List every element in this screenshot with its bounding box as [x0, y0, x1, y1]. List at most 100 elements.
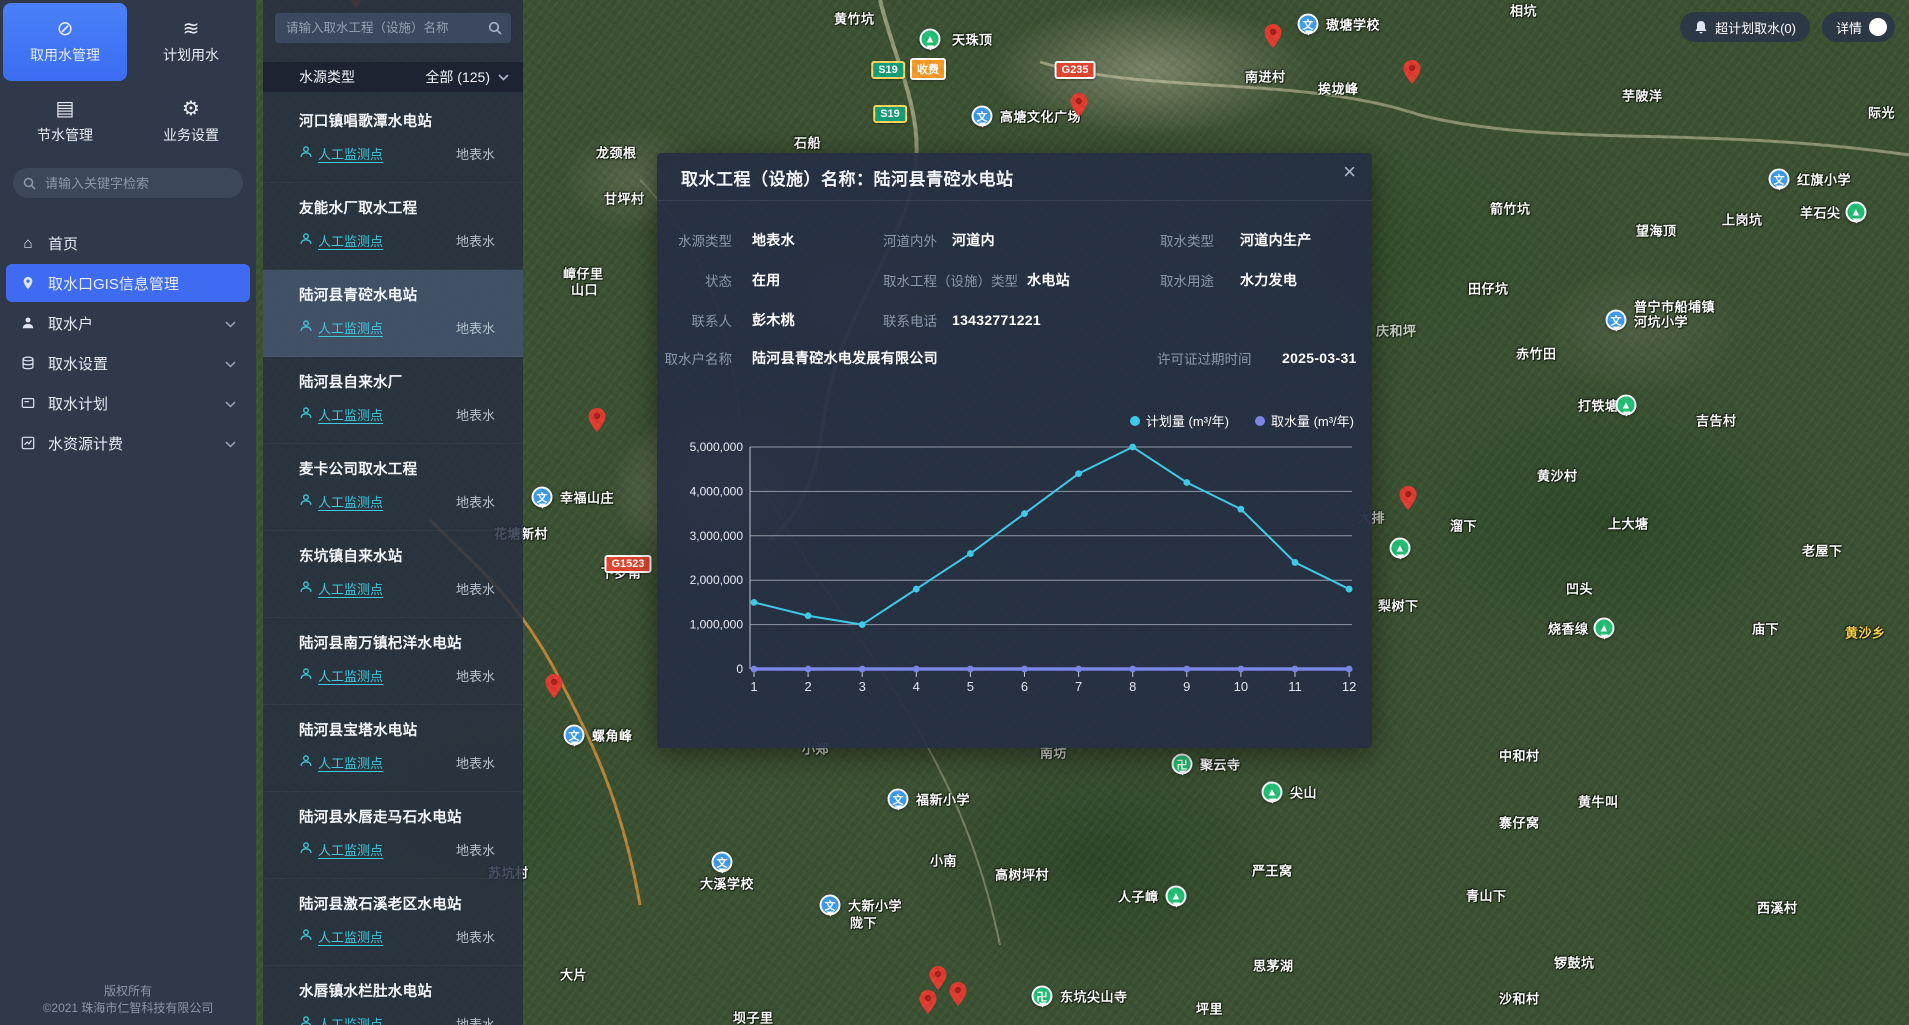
school-poi-icon[interactable]: 文 [820, 895, 841, 916]
sidebar-menu: ⌂首页取水口GIS信息管理取水户取水设置取水计划水资源计费 [0, 222, 256, 464]
school-poi-icon[interactable]: 文 [564, 725, 585, 746]
map-label: 南进村 [1245, 67, 1286, 86]
temple-poi-icon[interactable]: 卍 [1172, 754, 1193, 775]
station-meta: 人工监测点地表水 [299, 666, 509, 685]
sidebar: ⊘取用水管理≋计划用水▤节水管理⚙业务设置 ⌂首页取水口GIS信息管理取水户取水… [0, 0, 256, 1025]
sidebar-item-3[interactable]: 取水户 [6, 304, 250, 342]
sidebar-search[interactable] [13, 168, 243, 198]
school-poi-icon[interactable]: 文 [972, 106, 993, 127]
monitor-type-link[interactable]: 人工监测点 [299, 666, 383, 685]
map-pin-icon[interactable] [930, 966, 947, 990]
svg-text:10: 10 [1234, 679, 1248, 694]
school-poi-icon[interactable]: 文 [532, 487, 553, 508]
detail-toggle-label: 详情 [1836, 18, 1862, 37]
sidebar-item-label: 取水口GIS信息管理 [48, 273, 179, 294]
station-list-item[interactable]: 东坑镇自来水站人工监测点地表水 [263, 531, 523, 618]
person-icon [299, 232, 313, 249]
sidebar-item-1[interactable]: ⌂首页 [6, 224, 250, 262]
map-label: 璈塘学校 [1326, 15, 1380, 34]
map-pin-icon[interactable] [546, 674, 563, 698]
module-button-3[interactable]: ▤节水管理 [3, 83, 127, 161]
school-poi-icon[interactable]: 文 [712, 852, 733, 873]
map-label: 山口 [571, 280, 598, 299]
map-pin-icon[interactable] [950, 982, 967, 1006]
station-list-item[interactable]: 陆河县水唇走马石水电站人工监测点地表水 [263, 792, 523, 879]
chart-icon [20, 436, 36, 450]
map-label: 芋陂洋 [1622, 86, 1663, 105]
map-label: 溜下 [1450, 516, 1477, 535]
monitor-type-link[interactable]: 人工监测点 [299, 318, 383, 337]
station-meta: 人工监测点地表水 [299, 1014, 509, 1025]
station-list-item[interactable]: 陆河县青硿水电站人工监测点地表水 [263, 270, 523, 357]
station-search[interactable] [275, 13, 511, 43]
module-button-2[interactable]: ≋计划用水 [129, 3, 253, 81]
monitor-type-label: 人工监测点 [318, 666, 383, 685]
monitor-type-link[interactable]: 人工监测点 [299, 579, 383, 598]
station-list-item[interactable]: 陆河县宝塔水电站人工监测点地表水 [263, 705, 523, 792]
map-label: 幸福山庄 [560, 488, 614, 507]
source-type-filter[interactable]: 水源类型 全部 (125) [263, 62, 523, 92]
map-pin-icon[interactable] [589, 408, 606, 432]
school-poi-icon[interactable]: 文 [1298, 14, 1319, 35]
monitor-type-link[interactable]: 人工监测点 [299, 840, 383, 859]
sidebar-item-2[interactable]: 取水口GIS信息管理 [6, 264, 250, 302]
mount-poi-icon[interactable]: ▲ [1616, 395, 1637, 416]
monitor-type-link[interactable]: 人工监测点 [299, 231, 383, 250]
station-list-item[interactable]: 水唇镇水栏肚水电站人工监测点地表水 [263, 966, 523, 1025]
sidebar-item-5[interactable]: 取水计划 [6, 384, 250, 422]
module-button-1[interactable]: ⊘取用水管理 [3, 3, 127, 81]
map-label: 箭竹坑 [1490, 199, 1531, 218]
road-shield: G235 [1055, 61, 1096, 79]
station-list-item[interactable]: 陆河县自来水厂人工监测点地表水 [263, 357, 523, 444]
mount-poi-icon[interactable]: ▲ [920, 29, 941, 50]
station-search-input[interactable] [284, 20, 482, 36]
mount-poi-icon[interactable]: ▲ [1262, 782, 1283, 803]
detail-toggle[interactable]: 详情 [1822, 12, 1895, 42]
map-pin-icon[interactable] [1071, 93, 1088, 117]
school-poi-icon[interactable]: 文 [1769, 169, 1790, 190]
station-list-item[interactable]: 陆河县激石溪老区水电站人工监测点地表水 [263, 879, 523, 966]
school-poi-icon[interactable]: 文 [888, 789, 909, 810]
station-list-item[interactable]: 河口镇唱歌潭水电站人工监测点地表水 [263, 96, 523, 183]
temple-poi-icon[interactable]: 卍 [1032, 986, 1053, 1007]
person-icon [299, 841, 313, 858]
station-name: 陆河县水唇走马石水电站 [299, 806, 509, 827]
monitor-type-link[interactable]: 人工监测点 [299, 927, 383, 946]
monitor-type-link[interactable]: 人工监测点 [299, 405, 383, 424]
map-label: 黄沙乡 [1845, 623, 1886, 642]
sidebar-search-input[interactable] [43, 175, 233, 192]
monitor-type-link[interactable]: 人工监测点 [299, 144, 383, 163]
station-list-item[interactable]: 陆河县南万镇杞洋水电站人工监测点地表水 [263, 618, 523, 705]
mount-poi-icon[interactable]: ▲ [1166, 886, 1187, 907]
station-list: 河口镇唱歌潭水电站人工监测点地表水友能水厂取水工程人工监测点地表水陆河县青硿水电… [263, 96, 523, 1025]
person-icon [299, 667, 313, 684]
map-pin-icon[interactable] [1400, 486, 1417, 510]
monitor-type-link[interactable]: 人工监测点 [299, 753, 383, 772]
mount-poi-icon[interactable]: ▲ [1594, 618, 1615, 639]
mount-poi-icon[interactable]: ▲ [1846, 202, 1867, 223]
sidebar-item-6[interactable]: 水资源计费 [6, 424, 250, 462]
map-pin-icon[interactable] [1404, 60, 1421, 84]
monitor-type-link[interactable]: 人工监测点 [299, 1014, 383, 1025]
station-name: 河口镇唱歌潭水电站 [299, 110, 509, 131]
station-name: 陆河县自来水厂 [299, 371, 509, 392]
map-label: 严王窝 [1252, 861, 1293, 880]
mount-poi-icon[interactable]: ▲ [1390, 538, 1411, 559]
road-shield: S19 [873, 105, 907, 123]
monthly-volume-chart: 01,000,0002,000,0003,000,0004,000,0005,0… [657, 153, 1372, 748]
toggle-knob[interactable] [1869, 18, 1887, 36]
map-label: 甘坪村 [604, 189, 645, 208]
monitor-type-label: 人工监测点 [318, 144, 383, 163]
over-plan-alert-button[interactable]: 超计划取水(0) [1680, 12, 1810, 42]
chevron-down-icon [225, 395, 236, 412]
monitor-type-link[interactable]: 人工监测点 [299, 492, 383, 511]
map-pin-icon[interactable] [920, 990, 937, 1014]
monitor-type-label: 人工监测点 [318, 405, 383, 424]
station-list-item[interactable]: 麦卡公司取水工程人工监测点地表水 [263, 444, 523, 531]
map-pin-icon[interactable] [1265, 24, 1282, 48]
sidebar-item-4[interactable]: 取水设置 [6, 344, 250, 382]
module-label: 取用水管理 [30, 45, 100, 65]
module-button-4[interactable]: ⚙业务设置 [129, 83, 253, 161]
school-poi-icon[interactable]: 文 [1606, 310, 1627, 331]
station-list-item[interactable]: 友能水厂取水工程人工监测点地表水 [263, 183, 523, 270]
